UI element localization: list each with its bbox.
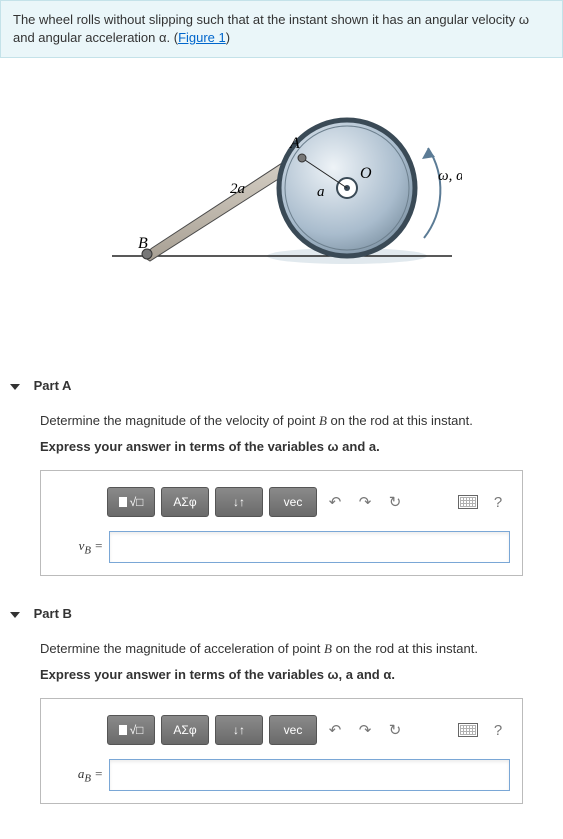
prompt-post: on the rod at this instant. [327,413,473,428]
answer-box: √□ ΑΣφ ↓↑ vec ↶ ↷ ↻ ? aB = [40,698,523,804]
equation-toolbar: √□ ΑΣφ ↓↑ vec ↶ ↷ ↻ ? [107,715,510,745]
vec-button[interactable]: vec [269,487,317,517]
part-b-header[interactable]: Part B [10,596,553,639]
reset-button[interactable]: ↻ [383,718,407,742]
keyboard-icon [458,723,478,737]
subsup-button[interactable]: ↓↑ [215,487,263,517]
help-button[interactable]: ? [486,490,510,514]
collapse-icon [10,384,20,390]
prompt-point: B [319,413,327,428]
undo-button[interactable]: ↶ [323,718,347,742]
label-b: B [138,235,148,252]
prompt-point: B [324,641,332,656]
figure: A O B 2a a ω, α [0,58,563,368]
redo-button[interactable]: ↷ [353,718,377,742]
help-button[interactable]: ? [486,718,510,742]
answer-box: √□ ΑΣφ ↓↑ vec ↶ ↷ ↻ ? vB = [40,470,523,576]
vec-button[interactable]: vec [269,715,317,745]
prompt-pre: Determine the magnitude of the velocity … [40,413,319,428]
problem-text: The wheel rolls without slipping such th… [13,12,529,45]
label-a-radius: a [317,184,325,200]
template-button[interactable]: √□ [107,487,155,517]
figure-link[interactable]: Figure 1 [178,30,226,45]
greek-button[interactable]: ΑΣφ [161,487,209,517]
problem-text-end: ) [226,30,230,45]
template-button[interactable]: √□ [107,715,155,745]
keyboard-button[interactable] [456,718,480,742]
part-a: Part A Determine the magnitude of the ve… [0,368,563,576]
var-label: aB = [53,766,109,785]
answer-input[interactable] [109,531,510,563]
var-label: vB = [53,538,109,557]
equation-toolbar: √□ ΑΣφ ↓↑ vec ↶ ↷ ↻ ? [107,487,510,517]
part-a-header[interactable]: Part A [10,368,553,411]
greek-button[interactable]: ΑΣφ [161,715,209,745]
hint: Express your answer in terms of the vari… [40,437,553,457]
prompt-post: on the rod at this instant. [332,641,478,656]
answer-input[interactable] [109,759,510,791]
label-o: O [360,165,372,182]
part-title: Part A [34,378,72,393]
label-2a: 2a [230,181,245,197]
subsup-button[interactable]: ↓↑ [215,715,263,745]
part-title: Part B [34,606,72,621]
keyboard-icon [458,495,478,509]
collapse-icon [10,612,20,618]
keyboard-button[interactable] [456,490,480,514]
problem-statement: The wheel rolls without slipping such th… [0,0,563,58]
prompt-pre: Determine the magnitude of acceleration … [40,641,324,656]
label-a: A [289,135,300,152]
redo-button[interactable]: ↷ [353,490,377,514]
hint: Express your answer in terms of the vari… [40,665,553,685]
label-omega-alpha: ω, α [438,168,462,184]
part-b: Part B Determine the magnitude of accele… [0,596,563,804]
undo-button[interactable]: ↶ [323,490,347,514]
reset-button[interactable]: ↻ [383,490,407,514]
